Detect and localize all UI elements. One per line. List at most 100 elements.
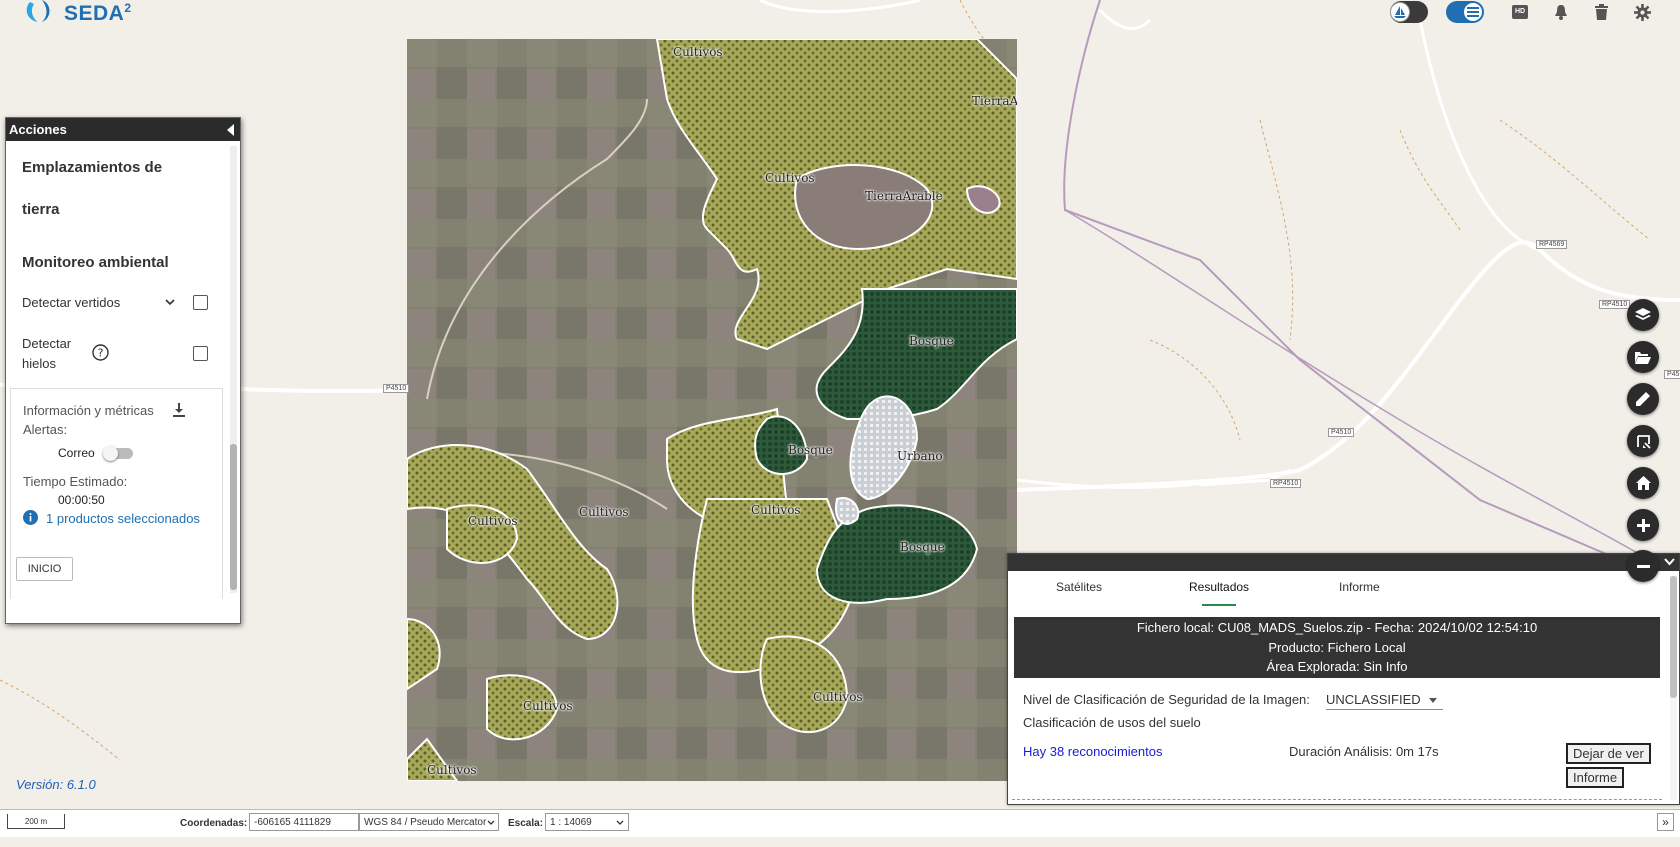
measure-button[interactable] [1627,425,1659,457]
result-banner: Fichero local: CU08_MADS_Suelos.zip - Fe… [1014,617,1660,678]
map-label-cultivos: Cultivos [468,514,518,528]
results-scrollbar[interactable] [1670,576,1677,800]
acciones-scrollbar[interactable] [230,146,237,593]
app-logo: SEDA2 [24,0,132,26]
seguridad-select[interactable]: UNCLASSIFIED [1326,689,1443,710]
map-label-cultivos: Cultivos [813,690,863,704]
zoom-out-button[interactable] [1627,550,1659,582]
expand-statusbar-button[interactable]: » [1657,813,1674,831]
open-folder-button[interactable] [1627,341,1659,373]
projection-value: WGS 84 / Pseudo Mercator [364,817,487,828]
help-icon[interactable]: ? [92,344,109,361]
settings-button[interactable] [1631,1,1653,23]
map-label-urbano: Urbano [897,449,943,463]
draw-button[interactable] [1627,383,1659,415]
hd-button[interactable]: HD [1509,1,1531,23]
satellite-imagery[interactable]: Cultivos TierraArable Cultivos TierraAra… [407,39,1017,781]
clasificacion-label: Clasificación de usos del suelo [1023,715,1201,730]
coordinates-field[interactable]: -606165 4111829 [249,813,359,831]
section-monitoreo: Monitoreo ambiental [22,254,169,271]
map-label-tierraarable: TierraArable [972,94,1017,108]
info-metricas-label: Información y métricas [23,403,154,418]
layers-button[interactable] [1627,299,1659,331]
detectar-hielos-label-cont: hielos [22,356,56,371]
results-divider [1012,799,1662,800]
status-bar: 200 m Coordenadas: -606165 4111829 WGS 8… [0,809,1680,837]
home-button[interactable] [1627,467,1659,499]
banner-area: Área Explorada: Sin Info [1266,659,1408,674]
detectar-vertidos-label: Detectar vertidos [22,295,121,310]
coordenadas-label: Coordenadas: [180,818,248,829]
tiempo-estimado-label: Tiempo Estimado: [23,474,128,489]
road-label: P45 [1664,370,1680,379]
road-label: P4510 [383,384,410,393]
tab-satelites[interactable]: Satélites [1056,580,1102,594]
detectar-hielos-label: Detectar [22,336,72,351]
banner-producto: Producto: Fichero Local [1268,639,1406,655]
scale-bar: 200 m [7,814,65,829]
chevron-down-icon[interactable] [1664,558,1675,566]
list-toggle[interactable] [1446,1,1484,23]
road-label: RP4510 [1599,300,1631,309]
version-label: Versión: 6.1.0 [16,777,96,792]
notifications-button[interactable] [1550,1,1572,23]
scrollbar-thumb[interactable] [230,444,237,590]
map-label-bosque: Bosque [909,334,954,348]
info-box: Información y métricas Alertas: Correo T… [10,388,223,599]
acciones-title: Acciones [9,122,67,137]
correo-label: Correo [58,446,95,460]
trash-icon [1594,4,1608,20]
section-emplazamientos: Emplazamientos de [22,159,163,176]
plus-icon [1636,518,1650,532]
road-label: P4510 [1328,428,1355,437]
chevron-down-icon[interactable] [165,299,175,306]
map-label-tierraarable: TierraArable [865,189,943,203]
scale-select[interactable]: 1 : 14069 [545,813,629,831]
dejar-de-ver-button[interactable]: Dejar de ver [1566,743,1651,764]
polygon-select-icon [1636,434,1651,449]
map-label-cultivos: Cultivos [751,503,801,517]
dropdown-arrow-icon [1429,698,1437,703]
sailboat-toggle[interactable] [1390,1,1428,23]
minus-icon [1636,564,1650,568]
alertas-label: Alertas: [23,422,68,437]
svg-text:?: ? [98,347,104,360]
delete-button[interactable] [1590,1,1612,23]
hd-icon: HD [1512,5,1528,19]
results-header [1008,554,1679,571]
acciones-body: Emplazamientos de tierra Monitoreo ambie… [6,142,226,607]
results-scrollbar-thumb[interactable] [1670,576,1677,698]
gear-icon [1633,3,1651,21]
productos-seleccionados: 1 productos seleccionados [46,511,200,526]
map-label-cultivos: Cultivos [523,699,573,713]
download-icon[interactable] [173,403,185,417]
seguridad-value: UNCLASSIFIED [1326,692,1421,707]
acciones-panel: Acciones Emplazamientos de tierra Monito… [5,117,241,624]
correo-toggle[interactable] [103,446,133,461]
scale-value: 1 : 14069 [550,817,592,828]
zoom-in-button[interactable] [1627,509,1659,541]
list-toggle-icon [1463,2,1483,22]
tab-informe[interactable]: Informe [1339,580,1380,594]
app-name: SEDA2 [64,0,132,25]
informe-button[interactable]: Informe [1566,767,1625,788]
layers-icon [1635,308,1651,320]
section-emplazamientos-cont: tierra [22,201,60,218]
map-label-cultivos: Cultivos [427,763,477,777]
reconocimientos-link[interactable]: Hay 38 reconocimientos [1023,744,1162,759]
bell-icon [1555,5,1567,20]
correo-toggle-knob [103,446,118,461]
tiempo-estimado-value: 00:00:50 [58,493,105,507]
collapse-left-icon[interactable] [227,124,234,136]
map-label-cultivos: Cultivos [673,45,723,59]
projection-select[interactable]: WGS 84 / Pseudo Mercator [359,813,499,831]
detectar-hielos-checkbox[interactable] [193,346,208,361]
detectar-vertidos-checkbox[interactable] [193,295,208,310]
active-tab-indicator [1202,604,1236,606]
tab-resultados[interactable]: Resultados [1189,580,1249,594]
pencil-icon [1636,392,1650,406]
inicio-button[interactable]: INICIO [16,557,73,581]
chevron-down-icon [487,820,495,825]
map-label-bosque: Bosque [788,443,833,457]
duracion-analisis: Duración Análisis: 0m 17s [1289,744,1439,759]
